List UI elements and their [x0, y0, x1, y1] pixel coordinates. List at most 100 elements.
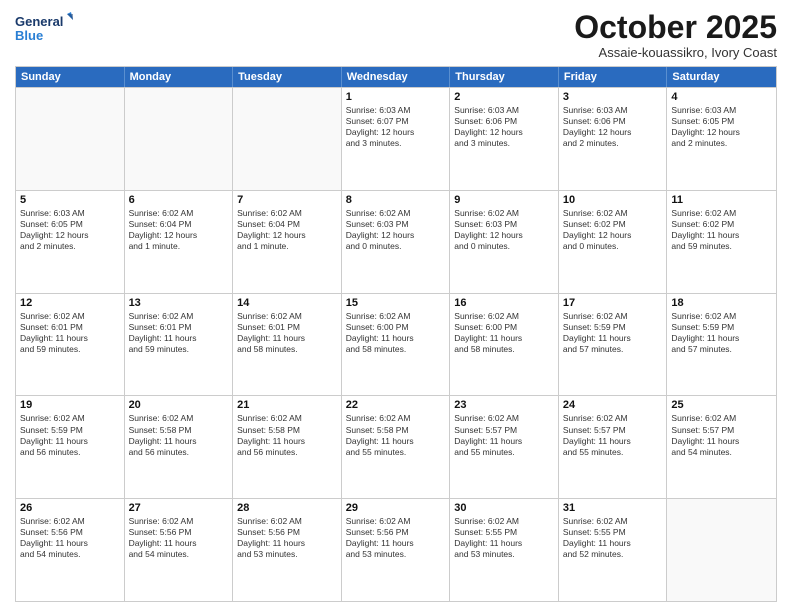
day-number: 3: [563, 91, 663, 103]
day-cell-26: 26 Sunrise: 6:02 AM Sunset: 5:56 PM Dayli…: [16, 499, 125, 601]
day-number: 11: [671, 194, 772, 206]
day-cell-12: 12 Sunrise: 6:02 AM Sunset: 6:01 PM Dayli…: [16, 294, 125, 396]
cell-info: Sunrise: 6:02 AM Sunset: 6:02 PM Dayligh…: [563, 208, 663, 252]
cell-info: Sunrise: 6:02 AM Sunset: 6:03 PM Dayligh…: [346, 208, 446, 252]
logo-svg: General Blue: [15, 10, 75, 46]
day-cell-19: 19 Sunrise: 6:02 AM Sunset: 5:59 PM Dayli…: [16, 396, 125, 498]
cell-info: Sunrise: 6:02 AM Sunset: 6:04 PM Dayligh…: [129, 208, 229, 252]
day-cell-11: 11 Sunrise: 6:02 AM Sunset: 6:02 PM Dayli…: [667, 191, 776, 293]
svg-text:General: General: [15, 14, 63, 29]
logo: General Blue: [15, 10, 75, 46]
cell-info: Sunrise: 6:02 AM Sunset: 5:56 PM Dayligh…: [20, 516, 120, 560]
day-number: 8: [346, 194, 446, 206]
calendar-body: 1 Sunrise: 6:03 AM Sunset: 6:07 PM Daylig…: [16, 87, 776, 601]
calendar-row: 1 Sunrise: 6:03 AM Sunset: 6:07 PM Daylig…: [16, 87, 776, 190]
cell-info: Sunrise: 6:03 AM Sunset: 6:05 PM Dayligh…: [20, 208, 120, 252]
day-number: 27: [129, 502, 229, 514]
day-cell-3: 3 Sunrise: 6:03 AM Sunset: 6:06 PM Daylig…: [559, 88, 668, 190]
cell-info: Sunrise: 6:02 AM Sunset: 5:58 PM Dayligh…: [346, 413, 446, 457]
day-number: 1: [346, 91, 446, 103]
calendar-header: SundayMondayTuesdayWednesdayThursdayFrid…: [16, 67, 776, 87]
day-cell-31: 31Sunrise: 6:02 AM Sunset: 5:55 PM Dayli…: [559, 499, 668, 601]
empty-cell: [233, 88, 342, 190]
day-number: 19: [20, 399, 120, 411]
day-number: 14: [237, 297, 337, 309]
calendar-row: 5 Sunrise: 6:03 AM Sunset: 6:05 PM Daylig…: [16, 190, 776, 293]
day-cell-18: 18 Sunrise: 6:02 AM Sunset: 5:59 PM Dayli…: [667, 294, 776, 396]
cell-info: Sunrise: 6:02 AM Sunset: 6:02 PM Dayligh…: [671, 208, 772, 252]
page: General Blue October 2025 Assaie-kouassi…: [0, 0, 792, 612]
day-cell-6: 6Sunrise: 6:02 AM Sunset: 6:04 PM Daylig…: [125, 191, 234, 293]
header-day-thursday: Thursday: [450, 67, 559, 87]
empty-cell: [125, 88, 234, 190]
day-cell-1: 1 Sunrise: 6:03 AM Sunset: 6:07 PM Daylig…: [342, 88, 451, 190]
subtitle: Assaie-kouassikro, Ivory Coast: [574, 45, 777, 60]
day-cell-22: 22Sunrise: 6:02 AM Sunset: 5:58 PM Dayli…: [342, 396, 451, 498]
day-cell-16: 16Sunrise: 6:02 AM Sunset: 6:00 PM Dayli…: [450, 294, 559, 396]
calendar: SundayMondayTuesdayWednesdayThursdayFrid…: [15, 66, 777, 602]
day-cell-14: 14Sunrise: 6:02 AM Sunset: 6:01 PM Dayli…: [233, 294, 342, 396]
header-day-sunday: Sunday: [16, 67, 125, 87]
day-cell-24: 24Sunrise: 6:02 AM Sunset: 5:57 PM Dayli…: [559, 396, 668, 498]
day-number: 23: [454, 399, 554, 411]
month-title: October 2025: [574, 10, 777, 45]
cell-info: Sunrise: 6:02 AM Sunset: 5:57 PM Dayligh…: [671, 413, 772, 457]
day-cell-7: 7Sunrise: 6:02 AM Sunset: 6:04 PM Daylig…: [233, 191, 342, 293]
day-number: 21: [237, 399, 337, 411]
cell-info: Sunrise: 6:02 AM Sunset: 5:59 PM Dayligh…: [671, 311, 772, 355]
day-cell-25: 25 Sunrise: 6:02 AM Sunset: 5:57 PM Dayli…: [667, 396, 776, 498]
header-day-tuesday: Tuesday: [233, 67, 342, 87]
day-number: 30: [454, 502, 554, 514]
cell-info: Sunrise: 6:02 AM Sunset: 5:56 PM Dayligh…: [346, 516, 446, 560]
day-cell-17: 17Sunrise: 6:02 AM Sunset: 5:59 PM Dayli…: [559, 294, 668, 396]
cell-info: Sunrise: 6:02 AM Sunset: 5:59 PM Dayligh…: [20, 413, 120, 457]
cell-info: Sunrise: 6:02 AM Sunset: 5:56 PM Dayligh…: [129, 516, 229, 560]
day-number: 15: [346, 297, 446, 309]
day-number: 28: [237, 502, 337, 514]
cell-info: Sunrise: 6:02 AM Sunset: 6:01 PM Dayligh…: [129, 311, 229, 355]
day-number: 26: [20, 502, 120, 514]
day-number: 29: [346, 502, 446, 514]
day-cell-20: 20Sunrise: 6:02 AM Sunset: 5:58 PM Dayli…: [125, 396, 234, 498]
header: General Blue October 2025 Assaie-kouassi…: [15, 10, 777, 60]
cell-info: Sunrise: 6:02 AM Sunset: 5:56 PM Dayligh…: [237, 516, 337, 560]
cell-info: Sunrise: 6:03 AM Sunset: 6:05 PM Dayligh…: [671, 105, 772, 149]
header-day-friday: Friday: [559, 67, 668, 87]
day-number: 31: [563, 502, 663, 514]
cell-info: Sunrise: 6:02 AM Sunset: 5:55 PM Dayligh…: [454, 516, 554, 560]
empty-cell: [16, 88, 125, 190]
day-number: 25: [671, 399, 772, 411]
cell-info: Sunrise: 6:02 AM Sunset: 6:00 PM Dayligh…: [346, 311, 446, 355]
day-number: 13: [129, 297, 229, 309]
day-cell-5: 5 Sunrise: 6:03 AM Sunset: 6:05 PM Daylig…: [16, 191, 125, 293]
day-number: 7: [237, 194, 337, 206]
svg-text:Blue: Blue: [15, 28, 43, 43]
day-number: 18: [671, 297, 772, 309]
cell-info: Sunrise: 6:02 AM Sunset: 5:58 PM Dayligh…: [237, 413, 337, 457]
cell-info: Sunrise: 6:03 AM Sunset: 6:07 PM Dayligh…: [346, 105, 446, 149]
day-number: 2: [454, 91, 554, 103]
header-day-wednesday: Wednesday: [342, 67, 451, 87]
header-day-saturday: Saturday: [667, 67, 776, 87]
title-block: October 2025 Assaie-kouassikro, Ivory Co…: [574, 10, 777, 60]
day-cell-27: 27 Sunrise: 6:02 AM Sunset: 5:56 PM Dayli…: [125, 499, 234, 601]
day-cell-13: 13 Sunrise: 6:02 AM Sunset: 6:01 PM Dayli…: [125, 294, 234, 396]
day-number: 4: [671, 91, 772, 103]
day-cell-10: 10Sunrise: 6:02 AM Sunset: 6:02 PM Dayli…: [559, 191, 668, 293]
cell-info: Sunrise: 6:02 AM Sunset: 6:01 PM Dayligh…: [20, 311, 120, 355]
calendar-row: 12 Sunrise: 6:02 AM Sunset: 6:01 PM Dayli…: [16, 293, 776, 396]
day-number: 12: [20, 297, 120, 309]
day-number: 9: [454, 194, 554, 206]
day-cell-15: 15 Sunrise: 6:02 AM Sunset: 6:00 PM Dayli…: [342, 294, 451, 396]
day-cell-8: 8 Sunrise: 6:02 AM Sunset: 6:03 PM Daylig…: [342, 191, 451, 293]
day-number: 20: [129, 399, 229, 411]
day-cell-2: 2Sunrise: 6:03 AM Sunset: 6:06 PM Daylig…: [450, 88, 559, 190]
cell-info: Sunrise: 6:02 AM Sunset: 6:03 PM Dayligh…: [454, 208, 554, 252]
day-cell-30: 30 Sunrise: 6:02 AM Sunset: 5:55 PM Dayli…: [450, 499, 559, 601]
day-number: 24: [563, 399, 663, 411]
day-number: 5: [20, 194, 120, 206]
day-cell-4: 4 Sunrise: 6:03 AM Sunset: 6:05 PM Daylig…: [667, 88, 776, 190]
day-cell-28: 28 Sunrise: 6:02 AM Sunset: 5:56 PM Dayli…: [233, 499, 342, 601]
calendar-row: 19 Sunrise: 6:02 AM Sunset: 5:59 PM Dayli…: [16, 395, 776, 498]
cell-info: Sunrise: 6:03 AM Sunset: 6:06 PM Dayligh…: [563, 105, 663, 149]
